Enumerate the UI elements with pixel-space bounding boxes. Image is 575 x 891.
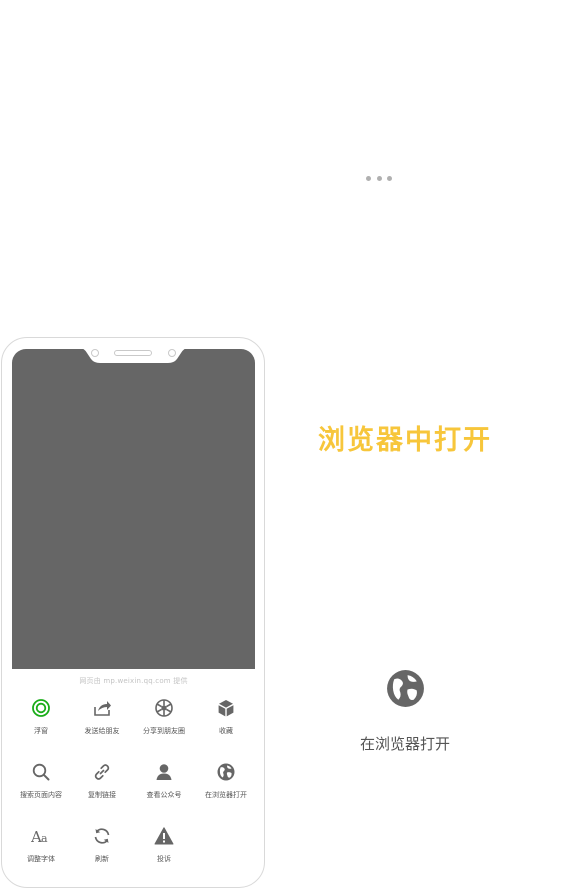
dot — [376, 175, 382, 181]
menu-label: 查看公众号 — [146, 791, 182, 799]
moments-shutter-icon — [155, 699, 173, 717]
menu-item-open-in-browser[interactable]: 在浏览器打开 — [195, 762, 257, 800]
menu-label: 在浏览器打开 — [205, 791, 247, 799]
provider-text: 网页由 mp.weixin.qq.com 提供 — [79, 677, 188, 685]
font-size-icon: A a — [31, 828, 48, 846]
warning-icon — [154, 827, 174, 845]
menu-label: 刷新 — [95, 855, 109, 863]
menu-item-view-account[interactable]: 查看公众号 — [133, 762, 195, 800]
menu-label: 搜索页面内容 — [20, 791, 62, 799]
menu-item-favorite[interactable]: 收藏 — [195, 698, 257, 736]
menu-item-adjust-font[interactable]: A a 调整字体 — [10, 826, 72, 864]
webview-screen — [12, 349, 255, 669]
dot — [366, 175, 371, 181]
menu-item-refresh[interactable]: 刷新 — [71, 826, 133, 864]
search-icon — [32, 763, 50, 781]
menu-item-report[interactable]: 投诉 — [133, 826, 195, 864]
globe-icon — [217, 763, 235, 781]
person-icon — [156, 764, 172, 780]
sensor-dot — [168, 349, 176, 357]
menu-label: 发送给朋友 — [84, 727, 120, 735]
share-forward-icon — [94, 701, 111, 716]
front-camera — [91, 349, 99, 357]
open-in-browser-label[interactable]: 在浏览器打开 — [330, 733, 480, 754]
menu-item-copy-link[interactable]: 复制链接 — [71, 762, 133, 800]
menu-label: 投诉 — [157, 855, 171, 863]
menu-item-share-moments[interactable]: 分享到朋友圈 — [133, 698, 195, 736]
svg-text:a: a — [41, 832, 48, 845]
menu-item-floating-window[interactable]: 浮窗 — [10, 698, 72, 736]
more-options-icon[interactable] — [366, 174, 392, 182]
menu-label: 分享到朋友圈 — [143, 727, 185, 735]
globe-icon[interactable] — [385, 668, 426, 709]
menu-item-send-to-friend[interactable]: 发送给朋友 — [71, 698, 133, 736]
menu-label: 调整字体 — [27, 855, 55, 863]
menu-item-search-page[interactable]: 搜索页面内容 — [10, 762, 72, 800]
menu-label: 复制链接 — [88, 791, 116, 799]
link-icon — [94, 764, 110, 780]
floating-window-icon — [32, 699, 50, 717]
speaker-grille — [114, 350, 152, 356]
menu-label: 收藏 — [219, 727, 233, 735]
instruction-title: 浏览器中打开 — [318, 425, 492, 456]
menu-label: 浮窗 — [34, 727, 48, 735]
refresh-icon — [94, 828, 110, 844]
favorite-cube-icon — [218, 700, 234, 717]
dot — [387, 175, 392, 181]
